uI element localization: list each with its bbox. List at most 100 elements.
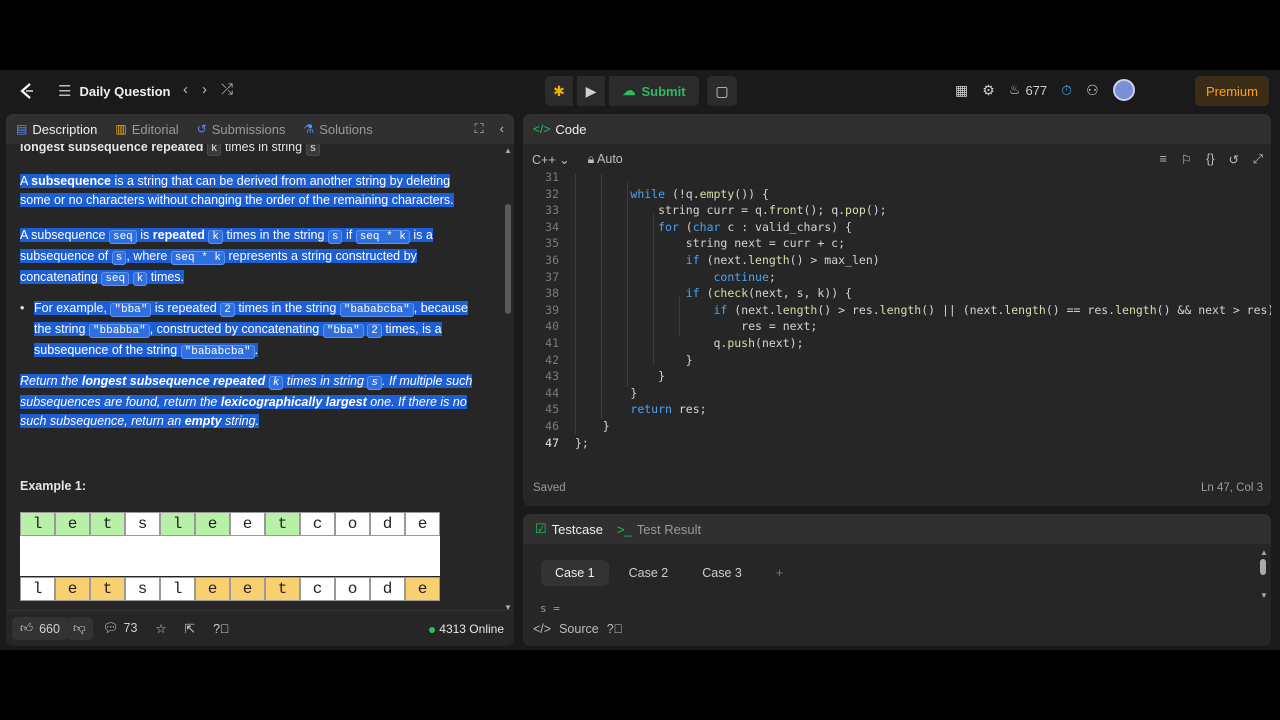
tab-code[interactable]: </> Code [533, 122, 586, 137]
testcase-scrollbar[interactable]: ▲ ▼ [1260, 548, 1268, 610]
format-icon[interactable]: ≡ [1160, 152, 1167, 167]
debug-button[interactable]: ✱ [545, 76, 573, 106]
tab-description[interactable]: ▤ Description [16, 122, 97, 137]
indent-guide [653, 214, 654, 364]
dislike-button[interactable]: 👎︎ [65, 617, 93, 640]
scroll-down-icon[interactable]: ▼ [1260, 591, 1268, 600]
tab-submissions[interactable]: ↺ Submissions [197, 122, 286, 137]
streak-counter[interactable]: ♨ 677 [1009, 82, 1047, 98]
fullscreen-icon[interactable]: ⛶ [475, 121, 484, 137]
add-friend-icon[interactable]: ⚇ [1086, 82, 1099, 99]
code-bba: "bba" [110, 303, 152, 317]
problem-navigation: ‹ › ⤮ [183, 81, 233, 98]
grid-cell: e [55, 512, 90, 536]
case-tabs: Case 1 Case 2 Case 3 + [541, 560, 797, 586]
streak-count: 677 [1025, 82, 1048, 98]
code-icon: </> [533, 622, 552, 636]
grid-cell: t [265, 577, 300, 601]
p1-text-a: A [20, 174, 32, 188]
reset-icon[interactable]: ↺ [1229, 152, 1239, 167]
share-icon[interactable]: ⇱ [185, 621, 195, 636]
code-s: s [305, 144, 321, 156]
code-line: res = next; [575, 319, 818, 334]
grid-cell: c [300, 577, 335, 601]
description-footer: 👍︎ 660 👎︎ 💬︎ 73 ☆ ⇱ ?⃝ 4313 Online [6, 610, 514, 646]
description-scrollbar[interactable]: ▲ ▼ [504, 144, 512, 614]
tab-editorial[interactable]: ▥ Editorial [115, 122, 178, 137]
leetcode-logo-icon[interactable] [16, 80, 38, 102]
code-s: s [367, 376, 382, 390]
scroll-up-icon[interactable]: ▲ [1260, 548, 1268, 557]
grid-cell: d [370, 512, 405, 536]
cursor-position: Ln 47, Col 3 [1200, 482, 1263, 494]
code-editor[interactable]: 31 32 while (!q.empty()) {33 string curr … [523, 170, 1271, 464]
submit-button[interactable]: ☁ Submit [609, 76, 699, 106]
grid-cell: e [195, 577, 230, 601]
star-icon[interactable]: ☆ [155, 621, 166, 636]
code-seq-k: seq * k [355, 230, 410, 244]
indent-guide [575, 174, 576, 434]
braces-icon[interactable]: {} [1206, 152, 1214, 167]
checkbox-icon: ☑ [535, 521, 547, 536]
line-number: 36 [545, 253, 559, 267]
language-select[interactable]: C++ ⌄ [532, 152, 570, 167]
next-problem-icon[interactable]: › [202, 81, 207, 98]
prev-problem-icon[interactable]: ‹ [183, 81, 188, 98]
grid-cell: l [160, 577, 195, 601]
indent-guide [679, 296, 680, 336]
premium-button[interactable]: Premium [1195, 76, 1269, 106]
like-button[interactable]: 👍︎ 660 [12, 617, 68, 640]
notes-button[interactable]: ▢ [707, 76, 737, 106]
p3-b: times in string [283, 374, 368, 388]
code-panel: </> Code C++ ⌄ 🔒︎ Auto ≡ ⚐ {} ↺ ⤢ 31 32 wh… [523, 114, 1271, 506]
bullet-e: , constructed by concatenating [149, 322, 323, 336]
code-k: k [206, 144, 222, 156]
flame-icon: ♨ [1008, 82, 1021, 97]
line-number: 38 [545, 286, 559, 301]
source-button[interactable]: </> Source ?⃝ [533, 622, 623, 636]
layout-icon[interactable]: ▦ [955, 82, 968, 99]
thumbs-up-icon: 👍︎ [20, 621, 34, 635]
scrollbar-thumb[interactable] [505, 204, 511, 314]
collapse-icon[interactable]: ‹ [500, 121, 504, 137]
tab-testcase[interactable]: ☑ Testcase [535, 521, 603, 537]
add-case-button[interactable]: + [762, 560, 797, 586]
run-button[interactable]: ▶ [577, 76, 605, 106]
grid-cell: l [20, 512, 55, 536]
scroll-up-icon[interactable]: ▲ [504, 146, 512, 155]
line-number: 37 [545, 269, 559, 284]
p2-a: A subsequence [20, 228, 109, 242]
comments-button[interactable]: 💬︎ 73 [103, 621, 138, 636]
code-icon: </> [533, 122, 551, 136]
avatar[interactable] [1112, 79, 1135, 101]
p2-f: , where [126, 249, 171, 263]
timer-icon[interactable]: ⏱ [1061, 82, 1072, 99]
gear-icon[interactable]: ⚙ [982, 82, 995, 99]
case-1-tab[interactable]: Case 1 [541, 560, 609, 586]
code-k: k [208, 230, 223, 244]
grid-cell: t [90, 512, 125, 536]
flask-icon: ⚗ [303, 122, 315, 136]
grid-cell: o [335, 577, 370, 601]
help-icon[interactable]: ?⃝ [607, 622, 623, 636]
autocomplete-mode[interactable]: 🔒︎ Auto [588, 152, 623, 167]
run-toolbar: ✱ ▶ ☁ Submit ▢ [545, 76, 737, 106]
problem-list-button[interactable]: ☰ Daily Question [58, 82, 170, 100]
tab-test-result[interactable]: >_ Test Result [617, 522, 701, 537]
example-title: Example 1: [20, 479, 87, 493]
expand-icon[interactable]: ⤢ [1253, 152, 1263, 167]
code-line: return res; [630, 402, 707, 417]
case-3-tab[interactable]: Case 3 [688, 560, 756, 586]
code-s: s [111, 251, 127, 265]
case-2-tab[interactable]: Case 2 [615, 560, 683, 586]
shuffle-icon[interactable]: ⤮ [221, 81, 233, 98]
help-icon[interactable]: ?⃝ [213, 622, 229, 636]
example-bullet: • For example, "bba" is repeated 2 times… [20, 299, 480, 362]
bookmark-icon[interactable]: ⚐ [1181, 152, 1192, 167]
code-seq: seq [101, 272, 130, 286]
tab-solutions[interactable]: ⚗ Solutions [303, 122, 372, 137]
description-tabs: ▤ Description ▥ Editorial ↺ Submissions ⚗ So… [6, 114, 514, 144]
scrollbar-thumb[interactable] [1260, 559, 1266, 575]
leetcode-app: ☰ Daily Question ‹ › ⤮ ✱ ▶ ☁ Submit ▢ ▦ … [0, 70, 1280, 650]
line-number: 47 [545, 435, 559, 450]
